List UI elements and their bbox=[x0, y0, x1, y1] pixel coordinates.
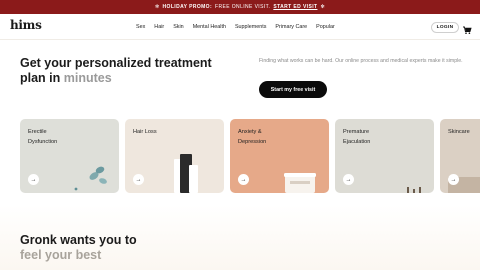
promo-prefix: HOLIDAY PROMO: bbox=[162, 4, 213, 10]
arrow-right-icon[interactable]: → bbox=[133, 174, 144, 185]
hero-headline-muted: minutes bbox=[63, 71, 112, 85]
arrow-right-icon[interactable]: → bbox=[28, 174, 39, 185]
arrow-right-icon[interactable]: → bbox=[238, 174, 249, 185]
hero-headline: Get your personalized treatment plan in … bbox=[20, 56, 220, 86]
arrow-right-icon[interactable]: → bbox=[448, 174, 459, 185]
nav-link-hair[interactable]: Hair bbox=[154, 24, 164, 30]
nav-link-sex[interactable]: Sex bbox=[136, 24, 145, 30]
cart-icon[interactable] bbox=[462, 22, 472, 34]
category-card-erectile-dysfunction[interactable]: Erectile Dysfunction → bbox=[20, 119, 119, 193]
nav-link-primary-care[interactable]: Primary Care bbox=[275, 24, 307, 30]
promo-cta-link[interactable]: START ED VISIT bbox=[273, 4, 317, 10]
hero-subcopy: Finding what works can be hard. Our onli… bbox=[259, 58, 463, 64]
promo-text: FREE ONLINE VISIT. bbox=[215, 4, 271, 10]
start-free-visit-button[interactable]: Start my free visit bbox=[259, 81, 327, 98]
skincare-image bbox=[448, 177, 480, 193]
nav-links: Sex Hair Skin Mental Health Supplements … bbox=[136, 24, 335, 30]
category-card-hair-loss[interactable]: Hair Loss → bbox=[125, 119, 224, 193]
nav-link-mental-health[interactable]: Mental Health bbox=[193, 24, 226, 30]
section-title: Gronk wants you to bbox=[20, 233, 137, 247]
category-card-premature-ejaculation[interactable]: Premature Ejaculation → bbox=[335, 119, 434, 193]
category-card-skincare[interactable]: Skincare → bbox=[440, 119, 480, 193]
category-card-anxiety-depression[interactable]: Anxiety & Depression → bbox=[230, 119, 329, 193]
section-subtitle: feel your best bbox=[20, 248, 102, 262]
nav-link-supplements[interactable]: Supplements bbox=[235, 24, 266, 30]
sparkle-icon: ✻ bbox=[154, 4, 160, 10]
login-button[interactable]: LOGIN bbox=[431, 22, 459, 33]
sparkle-icon: ✻ bbox=[320, 4, 326, 10]
hero-headline-main: Get your personalized treatment plan in bbox=[20, 56, 212, 85]
nav-link-popular[interactable]: Popular bbox=[316, 24, 335, 30]
arrow-right-icon[interactable]: → bbox=[343, 174, 354, 185]
promo-banner[interactable]: ✻ HOLIDAY PROMO: FREE ONLINE VISIT. STAR… bbox=[0, 0, 480, 14]
hims-logo[interactable]: hims bbox=[10, 18, 42, 32]
nav-link-skin[interactable]: Skin bbox=[173, 24, 184, 30]
